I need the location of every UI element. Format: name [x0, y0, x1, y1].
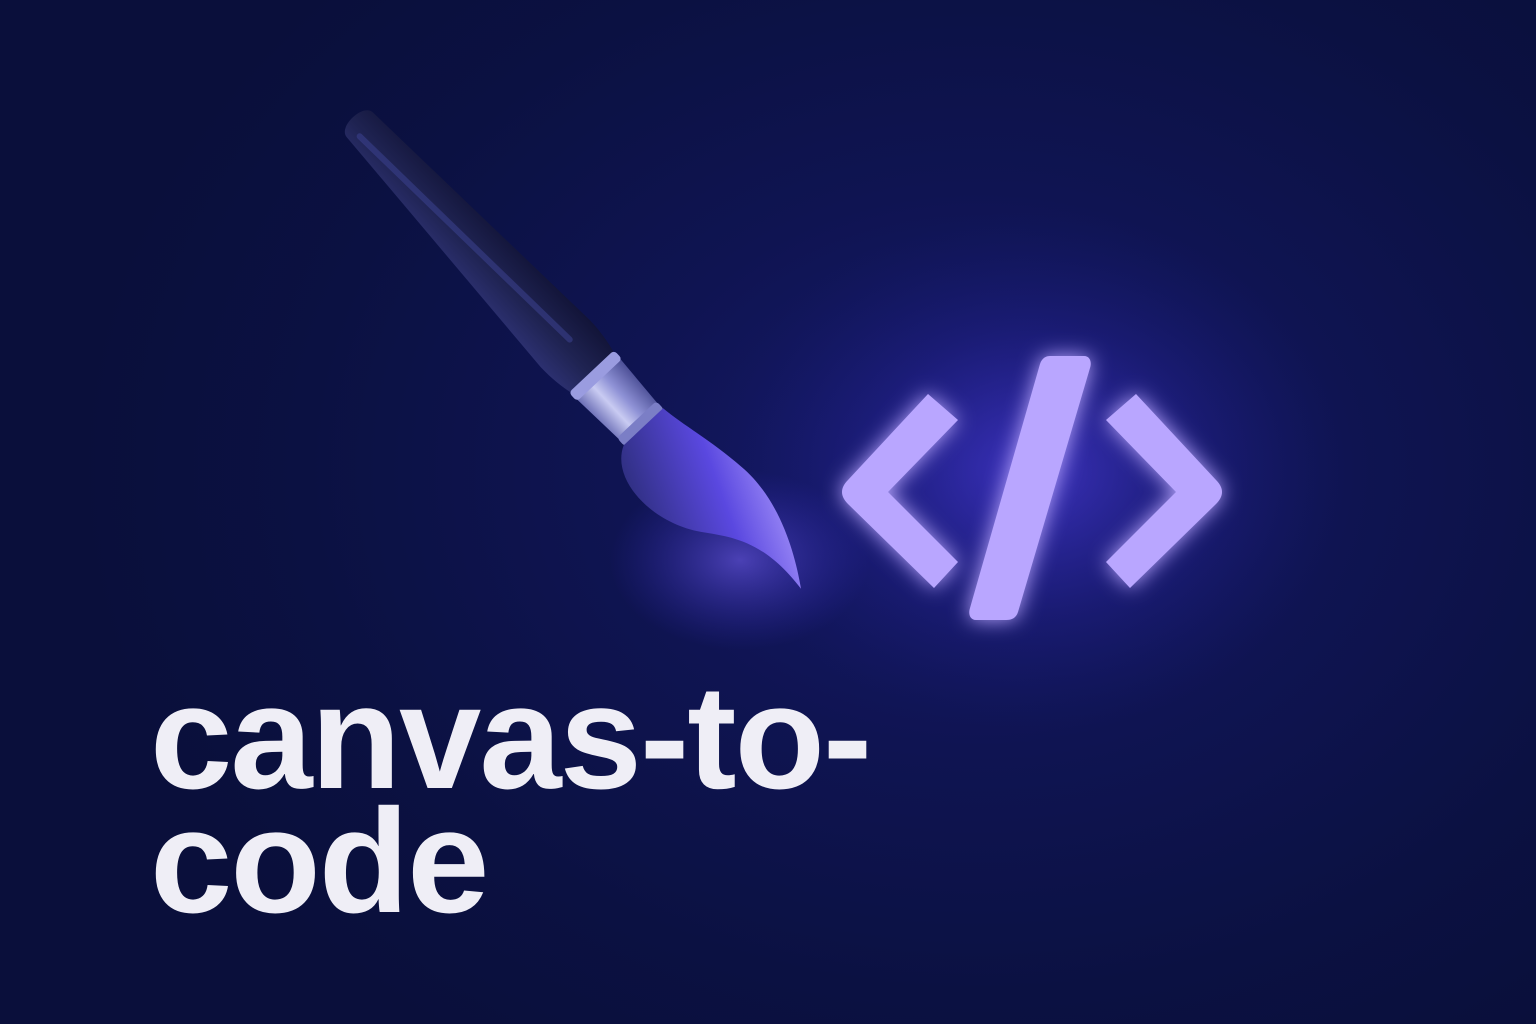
page-title: canvas-to- code: [150, 664, 872, 936]
